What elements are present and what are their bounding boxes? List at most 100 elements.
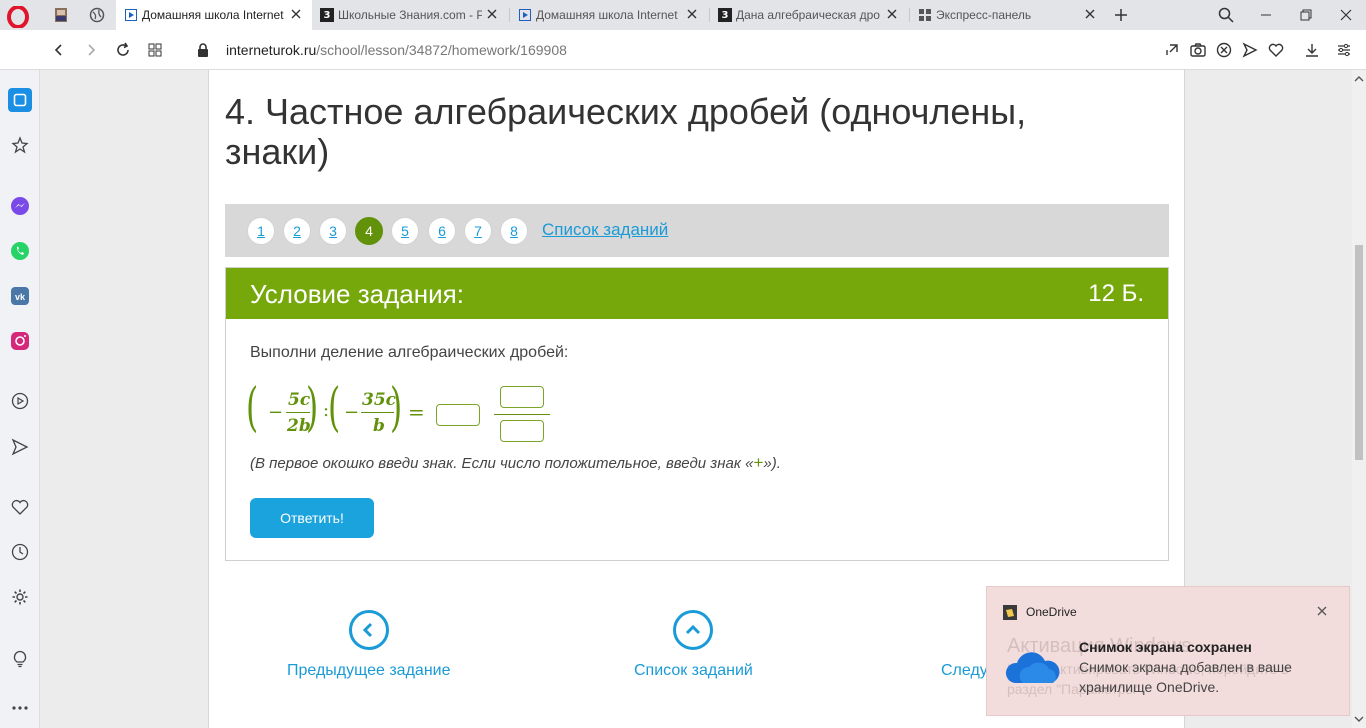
page-link-1[interactable]: 1: [247, 217, 275, 245]
chevron-left-icon: [348, 610, 389, 650]
tab-close-icon[interactable]: [886, 8, 900, 22]
tab-title: Домашняя школа Internet: [536, 8, 678, 22]
heart-icon: [1268, 43, 1284, 57]
page-link-4-current[interactable]: 4: [355, 217, 383, 245]
tabs-overview-button[interactable]: [144, 39, 166, 61]
answer-fraction-line: [494, 414, 550, 415]
lock-icon[interactable]: [197, 43, 209, 57]
task-instruction: Выполни деление алгебраических дробей:: [250, 344, 569, 361]
next-task-label[interactable]: Следу: [941, 662, 988, 680]
scroll-thumb[interactable]: [1355, 245, 1363, 460]
close-icon: [1340, 9, 1352, 21]
page-scrollbar[interactable]: [1352, 70, 1366, 728]
tab-5[interactable]: Экспресс-панель: [910, 0, 1106, 30]
snapshot-button[interactable]: [1188, 40, 1208, 60]
url-path: /school/lesson/34872/homework/169908: [316, 42, 567, 58]
send-icon: [1242, 42, 1258, 58]
hint-plus-sign: +: [753, 453, 764, 472]
tab-close-icon[interactable]: [1084, 8, 1098, 22]
sidebar-send[interactable]: [8, 435, 32, 459]
restore-button[interactable]: [1286, 0, 1326, 30]
sidebar-player[interactable]: [8, 389, 32, 413]
sidebar-messenger[interactable]: [8, 194, 32, 218]
download-icon: [1306, 44, 1318, 57]
prev-task-label[interactable]: Предыдущее задание: [287, 662, 450, 680]
next-task-nav[interactable]: Следу: [941, 610, 988, 680]
messenger-icon: [11, 197, 29, 215]
chevron-up-icon: [673, 610, 714, 650]
onedrive-cloud-icon: [1005, 652, 1060, 683]
task-pager: 1 2 3 4 5 6 7 8 Список заданий: [225, 204, 1169, 257]
opera-menu-icon[interactable]: [7, 6, 29, 28]
tab-2[interactable]: 3 Школьные Знания.com - P: [312, 0, 508, 30]
tab-4[interactable]: 3 Дана алгебраическая дро: [710, 0, 908, 30]
tab-close-icon[interactable]: [290, 8, 304, 22]
sidebar-instagram[interactable]: [8, 329, 32, 353]
tab-close-icon[interactable]: [486, 8, 500, 22]
bookmark-heart-button[interactable]: [1266, 40, 1286, 60]
sidebar-whatsapp[interactable]: [8, 239, 32, 263]
share-icon: [1166, 44, 1178, 55]
page-link-8[interactable]: 8: [500, 217, 528, 245]
onedrive-notification[interactable]: OneDrive Активация Windows Чтобы активир…: [986, 586, 1350, 716]
sidebar-tips[interactable]: [8, 647, 32, 671]
scroll-down-arrow-icon[interactable]: [1354, 714, 1364, 724]
sidebar-bookmarks[interactable]: [8, 133, 32, 157]
sidebar-settings[interactable]: [8, 585, 32, 609]
numerator-input[interactable]: [500, 386, 544, 408]
submit-answer-button[interactable]: Ответить!: [250, 498, 374, 538]
page-link-7[interactable]: 7: [464, 217, 492, 245]
video-favicon-icon: [124, 8, 138, 22]
task-list-link[interactable]: Список заданий: [542, 220, 668, 240]
page-link-3[interactable]: 3: [319, 217, 347, 245]
minimize-button[interactable]: [1246, 0, 1286, 30]
easy-setup-button[interactable]: [1334, 40, 1354, 60]
page-link-6[interactable]: 6: [428, 217, 456, 245]
reload-button[interactable]: [112, 39, 134, 61]
close-icon[interactable]: [1315, 604, 1329, 618]
page-link-2[interactable]: 2: [283, 217, 311, 245]
task-card: Условие задания: 12 Б. Выполни деление а…: [225, 267, 1169, 561]
send-icon: [11, 438, 29, 456]
sidebar-speed-dial[interactable]: [8, 88, 32, 112]
sidebar-more[interactable]: [8, 696, 32, 720]
onedrive-app-icon: [1003, 605, 1017, 620]
send-button[interactable]: [1240, 40, 1260, 60]
page-link-5[interactable]: 5: [391, 217, 419, 245]
task-title: Условие задания:: [250, 279, 464, 309]
minus-sign: −: [268, 402, 284, 423]
sidebar-history[interactable]: [8, 540, 32, 564]
tab-3[interactable]: Домашняя школа Internet: [510, 0, 708, 30]
sidebar-favorites[interactable]: [8, 495, 32, 519]
sidebar-vk[interactable]: vk: [8, 284, 32, 308]
pinned-tab-avatar[interactable]: [46, 0, 76, 30]
camera-icon: [1190, 43, 1206, 57]
hint-text-before: (В первое окошко введи знак. Если число …: [250, 455, 754, 472]
tab-close-icon[interactable]: [686, 8, 700, 22]
forward-button[interactable]: [80, 39, 102, 61]
close-window-button[interactable]: [1326, 0, 1366, 30]
task-list-label[interactable]: Список заданий: [634, 662, 753, 680]
tab-1[interactable]: Домашняя школа Internet: [116, 0, 312, 30]
vk-icon: vk: [11, 287, 29, 305]
denominator-input[interactable]: [500, 420, 544, 442]
adblock-button[interactable]: [1214, 40, 1234, 60]
downloads-button[interactable]: [1302, 40, 1322, 60]
sign-input[interactable]: [436, 404, 480, 426]
task-points: 12 Б.: [1088, 280, 1144, 307]
new-tab-button[interactable]: [1106, 0, 1136, 30]
minimize-icon: [1261, 14, 1271, 16]
back-button[interactable]: [48, 39, 70, 61]
url-field[interactable]: interneturok.ru/school/lesson/34872/home…: [226, 42, 567, 58]
url-domain: interneturok.ru: [226, 42, 317, 58]
prev-task-nav[interactable]: Предыдущее задание: [287, 610, 450, 680]
tab-search-button[interactable]: [1206, 0, 1246, 30]
address-bar: interneturok.ru/school/lesson/34872/home…: [0, 30, 1366, 70]
task-list-nav[interactable]: Список заданий: [634, 610, 753, 680]
toast-app-name: OneDrive: [1026, 605, 1077, 619]
pinned-tab-globe[interactable]: [82, 0, 112, 30]
scroll-up-arrow-icon[interactable]: [1354, 74, 1364, 84]
frac2-line: [361, 412, 394, 413]
toast-body: Снимок экрана добавлен в ваше хранилище …: [1079, 659, 1292, 695]
share-button[interactable]: [1162, 40, 1182, 60]
